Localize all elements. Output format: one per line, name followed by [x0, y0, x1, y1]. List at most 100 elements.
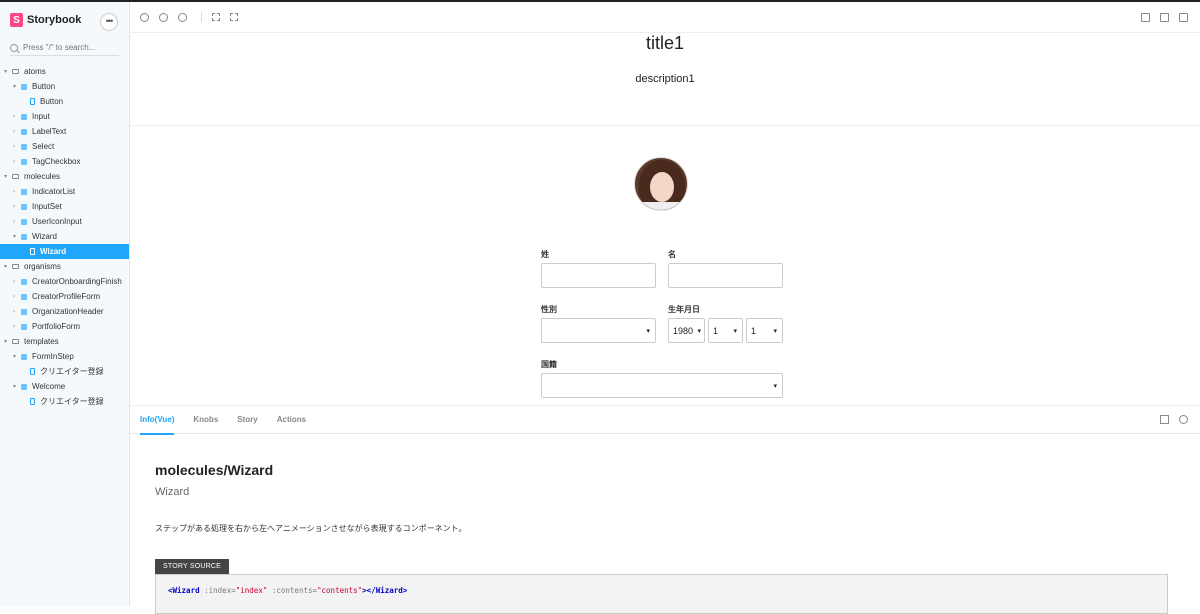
sidebar-item-label: InputSet [32, 202, 62, 211]
chevron-right-icon: › [13, 128, 15, 135]
sidebar-item-label: クリエイター登録 [40, 367, 104, 376]
preview-description: description1 [635, 73, 695, 85]
sidebar-item-atoms[interactable]: ▾ atoms [0, 64, 129, 79]
sidebar-item-label: OrganizationHeader [32, 307, 104, 316]
tab-knobs[interactable]: Knobs [193, 406, 218, 434]
sidebar-item-wizard[interactable]: ▾ Wizard [0, 229, 129, 244]
sidebar-item-button[interactable]: ▾ Button [0, 79, 129, 94]
sidebar-item-usericoninput[interactable]: › UserIconInput [0, 214, 129, 229]
chevron-down-icon: ▾ [773, 383, 777, 390]
bookmark-icon [30, 248, 35, 255]
sidebar-item-label: PortfolioForm [32, 322, 81, 331]
sidebar-item-portfolioform[interactable]: › PortfolioForm [0, 319, 129, 334]
sidebar-item-inputset[interactable]: › InputSet [0, 199, 129, 214]
component-icon [21, 383, 27, 390]
birthdate-label: 生年月日 [668, 305, 700, 314]
chevron-right-icon: › [13, 293, 15, 300]
code-value-contents: "contents" [317, 586, 363, 595]
panel-orientation-icon[interactable] [1160, 415, 1169, 424]
component-icon [21, 158, 27, 165]
sidebar-item-label: UserIconInput [32, 217, 82, 226]
zoom-out-icon[interactable] [159, 12, 168, 22]
birth-month-value: 1 [713, 325, 719, 336]
bookmark-icon [30, 98, 35, 105]
addon-tabs: Info(Vue) Knobs Story Actions [130, 406, 1200, 435]
zoom-in-icon[interactable] [140, 12, 149, 22]
sidebar-item-creatoronboardingfinish[interactable]: › CreatorOnboardingFinish [0, 274, 129, 289]
sidebar-item-molecules[interactable]: ▾ molecules [0, 169, 129, 184]
sidebar-item-templates[interactable]: ▾ templates [0, 334, 129, 349]
chevron-down-icon: ▾ [646, 328, 650, 335]
sidebar-item-label: templates [24, 337, 59, 346]
birth-day-select[interactable]: 1 ▾ [746, 318, 783, 343]
search-bar[interactable] [10, 40, 119, 56]
story-source-code: <Wizard :index="index" :contents="conten… [155, 574, 1168, 614]
chevron-down-icon: ▾ [4, 69, 8, 75]
sidebar-item-welcome[interactable]: ▾ Welcome [0, 379, 129, 394]
sidebar-item-input[interactable]: › Input [0, 109, 129, 124]
last-name-input[interactable] [541, 263, 656, 288]
user-avatar[interactable] [634, 157, 688, 211]
component-icon [21, 293, 27, 300]
chevron-right-icon: › [13, 188, 15, 195]
birth-month-select[interactable]: 1 ▾ [708, 318, 743, 343]
chevron-right-icon: › [13, 278, 15, 285]
sidebar-item-tagcheckbox[interactable]: › TagCheckbox [0, 154, 129, 169]
sidebar-item-wizard[interactable]: Wizard [0, 244, 129, 259]
sidebar-item-button[interactable]: Button [0, 94, 129, 109]
component-icon [21, 278, 27, 285]
copy-link-icon[interactable] [1179, 13, 1188, 22]
sidebar-item-label: Wizard [40, 247, 67, 256]
brand-name: Storybook [27, 14, 82, 26]
nationality-select[interactable]: ▾ [541, 373, 783, 398]
info-subtitle: Wizard [155, 486, 190, 498]
sidebar-item-label: IndicatorList [32, 187, 76, 196]
grid-icon[interactable] [212, 13, 220, 21]
sidebar-item-label: Input [32, 112, 50, 121]
chevron-down-icon: ▾ [697, 328, 701, 335]
first-name-input[interactable] [668, 263, 783, 288]
gender-select[interactable]: ▾ [541, 318, 656, 343]
preview-title: title1 [645, 33, 685, 53]
tab-story[interactable]: Story [237, 406, 257, 434]
sidebar-item-label: atoms [24, 67, 46, 76]
sidebar-menu-button[interactable]: ••• [100, 13, 118, 31]
folder-icon [12, 264, 19, 269]
background-icon[interactable] [230, 13, 238, 21]
share-icon[interactable] [1160, 13, 1169, 22]
chevron-right-icon: › [13, 323, 15, 330]
toolbar-divider [201, 12, 202, 22]
sidebar-item-label: Select [32, 142, 55, 151]
chevron-right-icon: › [13, 158, 15, 165]
fullscreen-icon[interactable] [1141, 13, 1150, 22]
sidebar-item-select[interactable]: › Select [0, 139, 129, 154]
sidebar-item--[interactable]: クリエイター登録 [0, 364, 129, 379]
tab-actions[interactable]: Actions [277, 406, 306, 434]
close-icon[interactable] [1179, 415, 1188, 424]
sidebar-item--[interactable]: クリエイター登録 [0, 394, 129, 409]
sidebar-item-creatorprofileform[interactable]: › CreatorProfileForm [0, 289, 129, 304]
birth-year-select[interactable]: 1980 ▾ [668, 318, 705, 343]
last-name-label: 姓 [541, 250, 549, 259]
sidebar-item-label: CreatorOnboardingFinish [32, 277, 122, 286]
sidebar-item-organisms[interactable]: ▾ organisms [0, 259, 129, 274]
main-area: title1 description1 姓 名 性別 生年月日 ▾ 1980 ▾ [130, 2, 1200, 614]
chevron-right-icon: › [13, 203, 15, 210]
component-icon [21, 308, 27, 315]
gender-label: 性別 [541, 305, 557, 314]
code-attr-contents: :contents= [271, 586, 318, 595]
component-icon [21, 113, 27, 120]
chevron-right-icon: › [13, 218, 15, 225]
component-icon [21, 203, 27, 210]
tab-info-vue[interactable]: Info(Vue) [140, 406, 175, 435]
sidebar-item-indicatorlist[interactable]: › IndicatorList [0, 184, 129, 199]
search-input[interactable] [23, 43, 113, 52]
sidebar-item-organizationheader[interactable]: › OrganizationHeader [0, 304, 129, 319]
sidebar-item-labeltext[interactable]: › LabelText [0, 124, 129, 139]
zoom-reset-icon[interactable] [178, 12, 187, 22]
info-title: molecules/Wizard [155, 462, 274, 478]
sidebar-item-label: CreatorProfileForm [32, 292, 101, 301]
sidebar-item-forminstep[interactable]: ▾ FormInStep [0, 349, 129, 364]
code-value-index: "index" [235, 586, 268, 595]
folder-icon [12, 174, 19, 179]
